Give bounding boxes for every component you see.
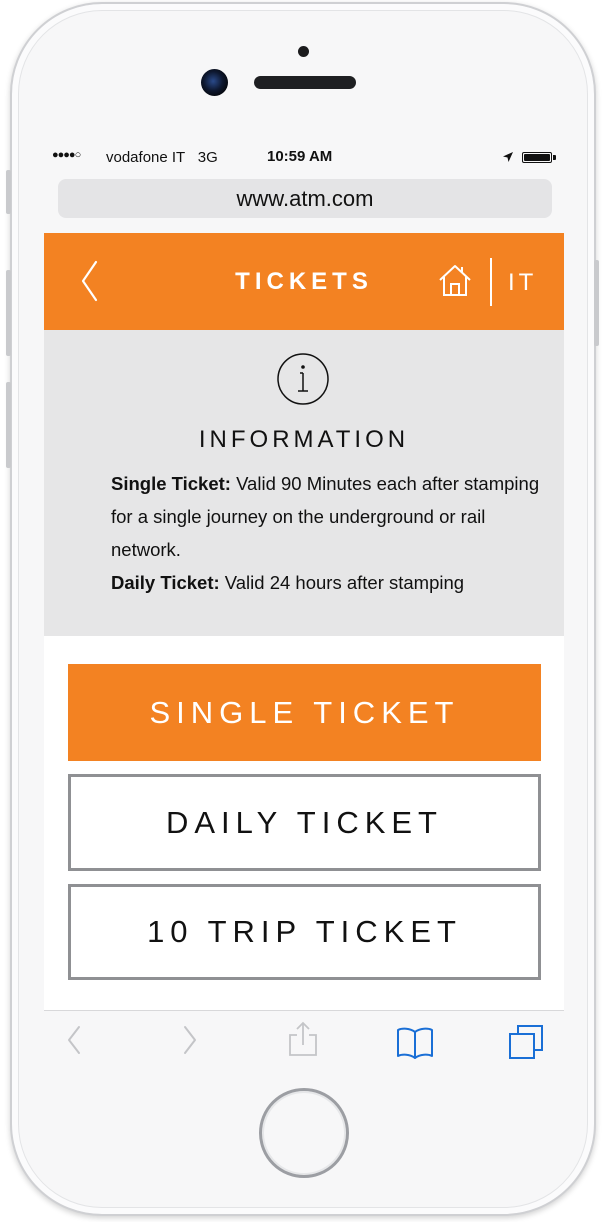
info-description: Single Ticket: Valid 90 Minutes each aft… <box>111 467 551 599</box>
home-button[interactable] <box>259 1088 349 1178</box>
battery-tip <box>553 155 556 160</box>
daily-ticket-description: Valid 24 hours after stamping <box>224 572 465 593</box>
language-toggle[interactable]: IT <box>508 269 537 297</box>
network-type: 3G <box>197 149 218 166</box>
front-camera <box>201 69 228 96</box>
status-bar: ●●●●○ vodafone IT 3G 10:59 AM <box>44 140 564 176</box>
address-bar[interactable]: www.atm.com <box>58 179 552 218</box>
book-icon[interactable] <box>396 1027 434 1059</box>
single-ticket-label: Single Ticket: <box>111 473 231 494</box>
browser-address-area: www.atm.com <box>44 176 564 233</box>
page-title: TICKETS <box>235 268 373 295</box>
volume-down-button <box>6 382 11 468</box>
mockup-canvas: ●●●●○ vodafone IT 3G 10:59 AM www.atm.co… <box>0 0 602 1222</box>
carrier-name: vodafone IT <box>106 149 186 166</box>
chevron-right-icon[interactable] <box>182 1025 198 1055</box>
tabs-icon[interactable] <box>508 1024 544 1060</box>
signal-strength: ●●●●○ <box>52 149 81 161</box>
phone-screen: ●●●●○ vodafone IT 3G 10:59 AM www.atm.co… <box>44 140 564 1074</box>
mute-switch <box>6 170 11 214</box>
browser-toolbar <box>44 1010 564 1074</box>
single-ticket-button[interactable]: SINGLE TICKET <box>68 664 541 761</box>
chevron-left-icon[interactable] <box>66 1025 82 1055</box>
header-divider <box>490 258 492 306</box>
battery-icon <box>522 152 552 163</box>
proximity-sensor <box>298 46 309 57</box>
status-time: 10:59 AM <box>267 148 333 165</box>
info-title: INFORMATION <box>198 426 410 453</box>
home-icon[interactable] <box>438 263 472 297</box>
info-icon <box>277 353 329 405</box>
location-arrow-icon <box>503 152 513 162</box>
info-panel: INFORMATION Single Ticket: Valid 90 Minu… <box>44 330 564 636</box>
earpiece-speaker <box>254 76 356 89</box>
daily-ticket-button[interactable]: DAILY TICKET <box>68 774 541 871</box>
ten-trip-ticket-button[interactable]: 10 TRIP TICKET <box>68 884 541 980</box>
app-header: TICKETS IT <box>44 233 564 330</box>
power-button <box>594 260 599 346</box>
battery-level <box>524 154 550 161</box>
volume-up-button <box>6 270 11 356</box>
daily-ticket-label: Daily Ticket: <box>111 572 220 593</box>
share-icon[interactable] <box>288 1021 318 1057</box>
carrier-label: vodafone IT 3G <box>106 149 218 166</box>
